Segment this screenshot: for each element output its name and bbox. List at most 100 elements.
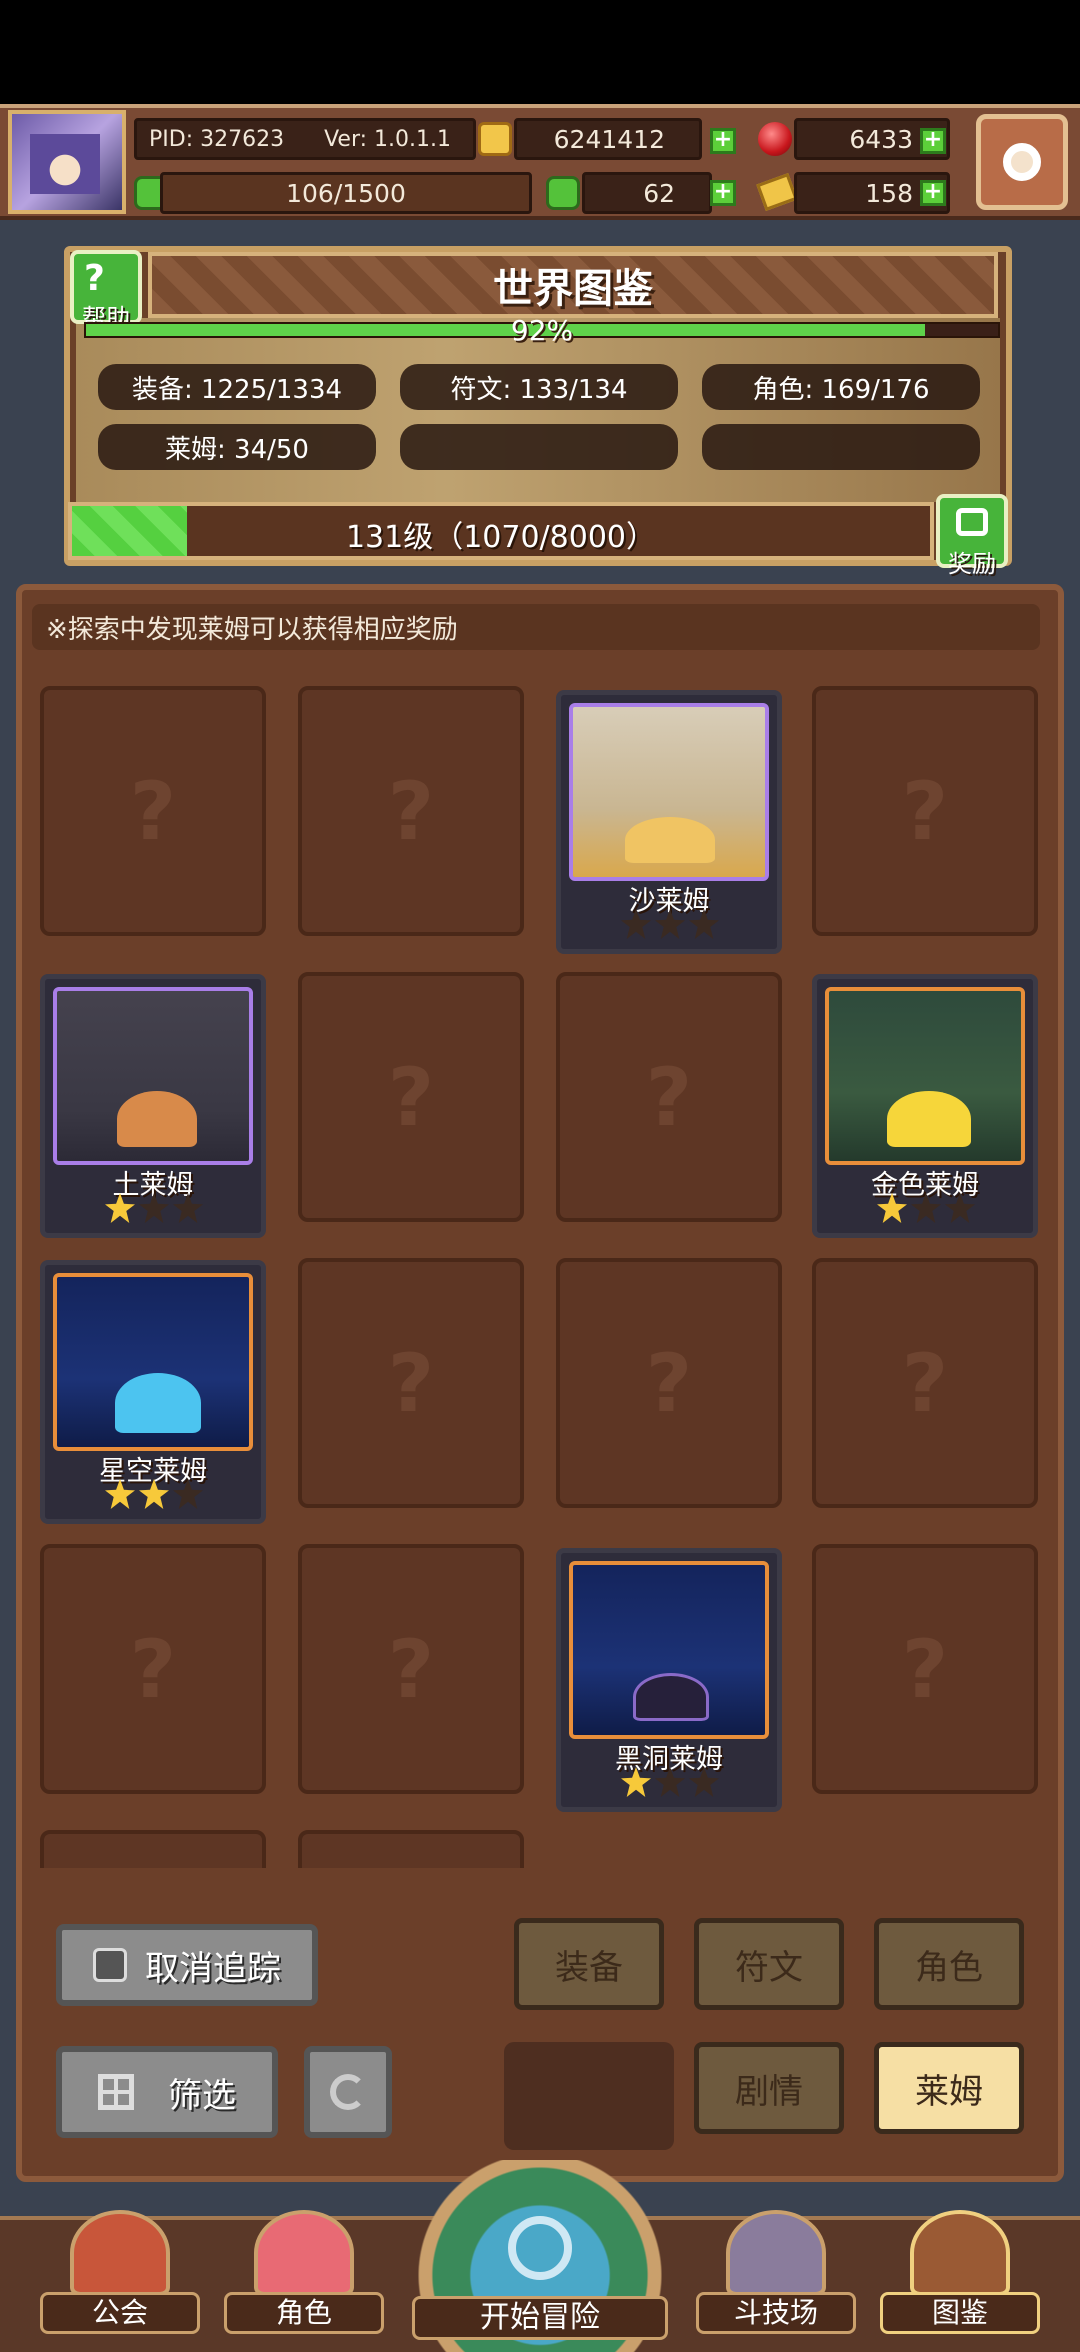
reward-label: 奖励 [948,550,996,578]
nav-adventure-label: 开始冒险 [412,2296,668,2340]
question-icon: ? [387,1050,435,1144]
filter-button[interactable]: 筛选 [56,2046,278,2138]
stat-runes: 符文: 133/134 [400,364,678,410]
version-text: Ver: 1.0.1.1 [324,126,452,152]
grid-icon [98,2074,134,2110]
world-book-title: 世界图鉴 [493,266,653,312]
nav-character[interactable]: 角色 [224,2200,384,2334]
empty-tab-slot [504,2042,674,2150]
empty-slot[interactable]: ? [298,686,524,936]
magnifier-icon [508,2216,572,2280]
empty-slot[interactable]: ? [298,1544,524,1794]
star-filled-icon [105,1479,135,1509]
nav-guild-label: 公会 [40,2292,200,2334]
refresh-button[interactable] [304,2046,392,2138]
ticket-amount: 158 [865,178,913,208]
tab-runes-label: 符文 [735,1947,803,1988]
stat-empty-2 [702,424,980,470]
stamina-field: 106/1500 [160,172,532,214]
star-rating [105,1479,203,1509]
star-filled-icon [877,1193,907,1223]
empty-slot[interactable] [40,1830,266,1868]
thumb-icon [93,1948,127,1982]
tab-story[interactable]: 剧情 [694,2042,844,2134]
star-filled-icon [621,1767,651,1797]
star-empty-icon [621,909,651,939]
empty-slot[interactable]: ? [556,972,782,1222]
star-empty-icon [655,1767,685,1797]
gem-icon [758,122,792,156]
star-rating [621,1767,719,1797]
nav-codex[interactable]: 图鉴 [880,2200,1040,2334]
tab-equipment-label: 装备 [555,1947,623,1988]
slime-card-gold[interactable]: 金色莱姆 [812,974,1038,1238]
empty-slot[interactable]: ? [556,1258,782,1508]
coin-field: 6241412 [514,118,702,160]
clover-field: 62 [582,172,712,214]
add-gem-button[interactable]: + [920,128,946,154]
coin-icon [478,122,512,156]
stamina-amount: 106/1500 [286,178,406,208]
stat-slimes: 莱姆: 34/50 [98,424,376,470]
add-coin-button[interactable]: + [710,128,736,154]
nav-arena[interactable]: 斗技场 [696,2200,856,2334]
question-icon: ? [129,764,177,858]
star-empty-icon [173,1193,203,1223]
star-rating [105,1193,203,1223]
empty-slot[interactable]: ? [812,1544,1038,1794]
slime-card-blackhole[interactable]: 黑洞莱姆 [556,1548,782,1812]
coin-amount: 6241412 [553,124,665,154]
question-icon: ? [129,1622,177,1716]
empty-slot[interactable]: ? [40,1544,266,1794]
pid-text: PID: 327623 [149,126,285,152]
stat-equipment: 装备: 1225/1334 [98,364,376,410]
tab-equipment[interactable]: 装备 [514,1918,664,2010]
nav-character-label: 角色 [224,2292,384,2334]
star-empty-icon [689,909,719,939]
completion-text: 92% [510,314,574,347]
star-empty-icon [945,1193,975,1223]
tab-slime[interactable]: 莱姆 [874,2042,1024,2134]
star-filled-icon [105,1193,135,1223]
add-ticket-button[interactable]: + [920,180,946,206]
empty-slot[interactable] [298,1830,524,1868]
character-icon [254,2210,354,2296]
clover-icon [546,176,580,210]
tab-characters[interactable]: 角色 [874,1918,1024,2010]
star-empty-icon [173,1479,203,1509]
reward-icon [956,508,988,536]
nav-adventure[interactable]: 开始冒险 [412,2160,668,2352]
slime-grid[interactable]: ? ? 沙莱姆 ? 土莱姆 ? ? 金色莱姆 星空莱姆 ? ? ? ? ? 黑洞… [28,668,1052,1868]
empty-slot[interactable]: ? [812,1258,1038,1508]
add-clover-button[interactable]: + [710,180,736,206]
tab-runes[interactable]: 符文 [694,1918,844,2010]
stat-empty-1 [400,424,678,470]
player-avatar[interactable] [8,110,126,214]
filter-label: 筛选 [168,2075,236,2116]
slime-card-earth[interactable]: 土莱姆 [40,974,266,1238]
clover-amount: 62 [643,178,675,208]
tab-slime-label: 莱姆 [915,2071,983,2112]
empty-slot[interactable]: ? [298,1258,524,1508]
star-empty-icon [655,909,685,939]
empty-slot[interactable]: ? [40,686,266,936]
gear-icon [1003,143,1041,181]
question-icon: ? [387,1336,435,1430]
star-rating [621,909,719,939]
nav-guild[interactable]: 公会 [40,2200,200,2334]
refresh-icon [330,2074,366,2110]
slime-card-sand[interactable]: 沙莱姆 [556,690,782,954]
empty-slot[interactable]: ? [812,686,1038,936]
settings-button[interactable] [976,114,1068,210]
question-icon: ? [387,764,435,858]
empty-slot[interactable]: ? [298,972,524,1222]
question-icon: ? [84,258,105,299]
question-icon: ? [645,1050,693,1144]
star-empty-icon [139,1193,169,1223]
untrack-button[interactable]: 取消追踪 [56,1924,318,2006]
pid-version-field: PID: 327623 Ver: 1.0.1.1 [134,118,476,160]
star-filled-icon [139,1479,169,1509]
slime-card-starry[interactable]: 星空莱姆 [40,1260,266,1524]
tab-story-label: 剧情 [735,2071,803,2112]
nav-arena-label: 斗技场 [696,2292,856,2334]
